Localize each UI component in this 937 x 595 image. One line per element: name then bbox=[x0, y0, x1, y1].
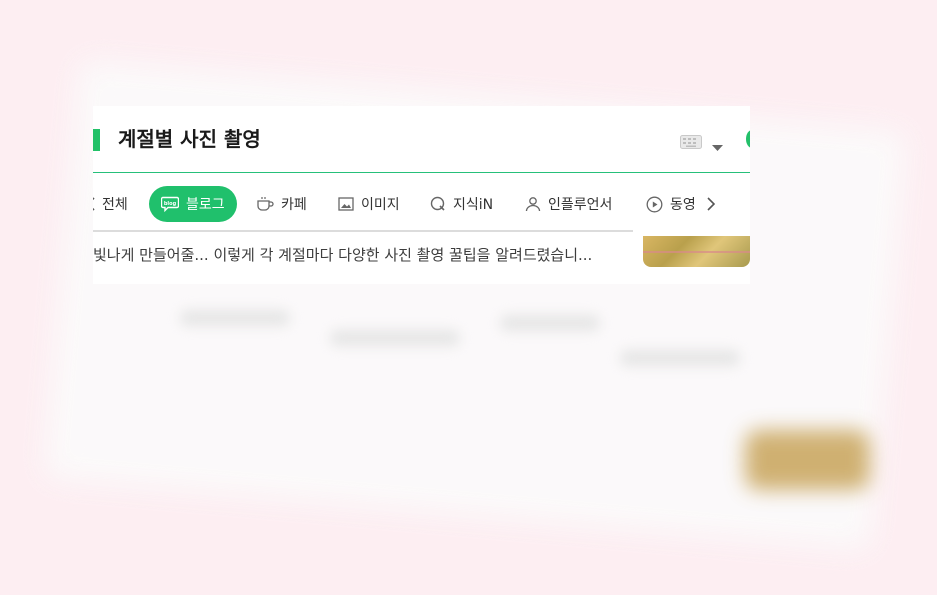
chevron-down-icon[interactable] bbox=[712, 137, 723, 156]
green-search-icon[interactable] bbox=[746, 130, 750, 148]
tab-label: 지식iN bbox=[453, 197, 494, 213]
blurred-text bbox=[330, 330, 460, 346]
blurred-text bbox=[180, 310, 290, 326]
tab-label: 전체 bbox=[102, 197, 128, 213]
tab-cafe[interactable]: 카페 bbox=[256, 186, 307, 222]
image-icon bbox=[338, 197, 354, 211]
tab-label: 카페 bbox=[281, 197, 307, 213]
tab-all[interactable]: 전체 bbox=[93, 186, 128, 222]
cup-icon bbox=[257, 197, 274, 211]
thumbnail-detail bbox=[643, 251, 750, 253]
search-result-card: 계절별 사진 촬영 전체 blog 블로그 카페 이미지 지식iN 인플루언서 … bbox=[93, 106, 750, 284]
header-accent-bar bbox=[93, 129, 100, 151]
result-thumbnail[interactable] bbox=[643, 236, 750, 267]
svg-text:blog: blog bbox=[164, 201, 177, 207]
chevron-right-icon bbox=[707, 197, 715, 211]
tab-label: 이미지 bbox=[361, 197, 400, 213]
section-header: 계절별 사진 촬영 bbox=[93, 106, 750, 173]
person-icon bbox=[525, 197, 541, 212]
blog-icon: blog bbox=[161, 196, 179, 212]
tab-label: 블로그 bbox=[186, 197, 225, 213]
tab-kin[interactable]: 지식iN bbox=[430, 186, 493, 222]
search-tabs: 전체 blog 블로그 카페 이미지 지식iN 인플루언서 동영 bbox=[93, 186, 750, 222]
tab-influencer[interactable]: 인플루언서 bbox=[525, 186, 612, 222]
keyboard-icon[interactable] bbox=[680, 134, 702, 153]
chevron-left-icon bbox=[93, 197, 95, 211]
blurred-thumbnail bbox=[745, 430, 870, 490]
tabs-next-button[interactable] bbox=[707, 186, 722, 222]
tab-blog[interactable]: blog 블로그 bbox=[149, 186, 237, 222]
cropped-text-line bbox=[93, 230, 633, 238]
tab-video[interactable]: 동영 bbox=[646, 186, 696, 222]
result-snippet[interactable]: 빛나게 만들어줄... 이렇게 각 계절마다 다양한 사진 촬영 꿀팁을 알려드… bbox=[93, 244, 592, 265]
blurred-text bbox=[500, 315, 600, 331]
page-title: 계절별 사진 촬영 bbox=[118, 127, 261, 151]
tab-label: 인플루언서 bbox=[548, 197, 613, 213]
tab-image[interactable]: 이미지 bbox=[338, 186, 400, 222]
play-icon bbox=[646, 196, 663, 212]
blurred-text bbox=[620, 350, 740, 366]
q-icon bbox=[430, 196, 445, 211]
tab-label: 동영 bbox=[670, 197, 696, 213]
